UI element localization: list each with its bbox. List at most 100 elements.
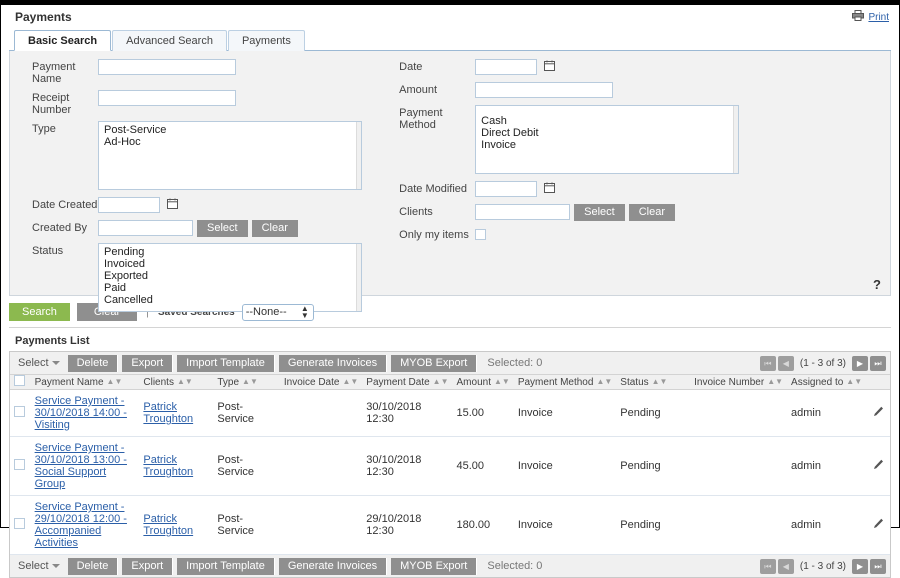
col-payment-method[interactable]: Payment Method ▲▼ xyxy=(513,374,617,390)
row-checkbox[interactable] xyxy=(14,406,25,417)
myob-export-button-top[interactable]: MYOB Export xyxy=(391,354,478,372)
cell-assigned-to: admin xyxy=(787,389,867,437)
type-listbox[interactable]: Post-Service Ad-Hoc xyxy=(98,121,362,190)
payment-name-link[interactable]: Service Payment - 29/10/2018 12:00 - Acc… xyxy=(35,501,136,549)
status-listbox[interactable]: Pending Invoiced Exported Paid Cancelled xyxy=(98,243,362,312)
created-by-clear-button[interactable]: Clear xyxy=(251,220,298,237)
status-option[interactable]: Invoiced xyxy=(101,258,361,270)
payment-method-listbox-scrollbar[interactable] xyxy=(733,106,739,173)
payment-name-input[interactable] xyxy=(98,59,236,75)
status-option[interactable]: Exported xyxy=(101,270,361,282)
client-link[interactable]: Patrick Troughton xyxy=(143,513,209,537)
calendar-icon[interactable] xyxy=(544,60,556,74)
pager-next-button-top[interactable]: ▶ xyxy=(852,355,868,371)
col-label: Type xyxy=(217,376,240,388)
myob-export-button-bottom[interactable]: MYOB Export xyxy=(391,557,478,575)
type-listbox-scrollbar[interactable] xyxy=(356,122,361,189)
col-type[interactable]: Type ▲▼ xyxy=(213,374,280,390)
pencil-icon[interactable] xyxy=(873,406,884,420)
cell-amount: 180.00 xyxy=(452,495,514,555)
status-listbox-scrollbar[interactable] xyxy=(356,244,361,311)
col-invoice-date[interactable]: Invoice Date ▲▼ xyxy=(279,374,363,390)
cell-edit[interactable] xyxy=(866,389,890,437)
row-checkbox[interactable] xyxy=(14,459,25,470)
row-checkbox[interactable] xyxy=(14,518,25,529)
col-assigned-to[interactable]: Assigned to ▲▼ xyxy=(787,374,867,390)
col-label: Invoice Number xyxy=(694,376,765,388)
import-template-button-top[interactable]: Import Template xyxy=(177,354,275,372)
print-label[interactable]: Print xyxy=(868,12,889,23)
status-option[interactable]: Paid xyxy=(101,282,361,294)
col-invoice-number[interactable]: Invoice Number ▲▼ xyxy=(690,374,788,390)
select-dropdown-bottom[interactable]: Select xyxy=(18,560,64,572)
pager-last-button-top[interactable]: ⏭ xyxy=(870,355,886,371)
import-template-button-bottom[interactable]: Import Template xyxy=(177,557,275,575)
tab-bar: Basic Search Advanced Search Payments xyxy=(1,29,899,82)
status-option[interactable]: Cancelled xyxy=(101,294,361,306)
table-row[interactable]: Service Payment - 30/10/2018 14:00 - Vis… xyxy=(10,389,890,437)
pager-last-button-bottom[interactable]: ⏭ xyxy=(870,558,886,574)
client-link[interactable]: Patrick Troughton xyxy=(143,454,209,478)
type-option[interactable]: Ad-Hoc xyxy=(101,136,361,148)
only-my-items-checkbox[interactable] xyxy=(475,229,487,240)
col-amount[interactable]: Amount ▲▼ xyxy=(452,374,514,390)
date-input[interactable] xyxy=(475,59,538,75)
tab-advanced-search[interactable]: Advanced Search xyxy=(112,30,227,51)
pager-prev-button-top[interactable]: ◀ xyxy=(777,355,794,371)
receipt-number-input[interactable] xyxy=(98,90,236,106)
payment-method-option[interactable]: Direct Debit xyxy=(478,127,738,139)
created-by-select-button[interactable]: Select xyxy=(197,220,248,237)
cell-invoice-number xyxy=(690,436,788,496)
delete-button-bottom[interactable]: Delete xyxy=(67,557,119,575)
generate-invoices-button-top[interactable]: Generate Invoices xyxy=(278,354,388,372)
tab-payments[interactable]: Payments xyxy=(227,30,305,51)
cell-payment-name: Service Payment - 30/10/2018 13:00 - Soc… xyxy=(30,436,140,496)
payment-method-listbox[interactable]: Cash Direct Debit Invoice xyxy=(475,105,740,174)
clients-select-button[interactable]: Select xyxy=(574,204,625,221)
select-all-checkbox[interactable] xyxy=(14,375,25,386)
pager-next-button-bottom[interactable]: ▶ xyxy=(852,558,868,574)
payment-method-option[interactable]: Cash xyxy=(478,115,738,127)
col-clients[interactable]: Clients ▲▼ xyxy=(139,374,214,390)
date-modified-input[interactable] xyxy=(475,181,538,197)
table-row[interactable]: Service Payment - 30/10/2018 13:00 - Soc… xyxy=(10,436,890,496)
client-link[interactable]: Patrick Troughton xyxy=(143,401,209,425)
payment-name-link[interactable]: Service Payment - 30/10/2018 14:00 - Vis… xyxy=(35,395,136,431)
payment-method-option[interactable]: Invoice xyxy=(478,139,738,151)
date-created-input[interactable] xyxy=(98,197,160,213)
saved-searches-select[interactable]: --None-- ▲ ▼ xyxy=(241,303,314,321)
pager-range-top: (1 - 3 of 3) xyxy=(799,357,846,369)
calendar-icon[interactable] xyxy=(544,182,556,196)
clients-clear-button[interactable]: Clear xyxy=(628,204,676,221)
cell-invoice-date xyxy=(279,436,363,496)
table-row[interactable]: Service Payment - 29/10/2018 12:00 - Acc… xyxy=(10,495,890,555)
pencil-icon[interactable] xyxy=(873,518,884,532)
payment-name-link[interactable]: Service Payment - 30/10/2018 13:00 - Soc… xyxy=(35,442,136,490)
pager-first-button-bottom[interactable]: ⏮ xyxy=(759,558,776,574)
help-icon[interactable]: ? xyxy=(873,277,881,292)
calendar-icon[interactable] xyxy=(167,198,178,212)
generate-invoices-button-bottom[interactable]: Generate Invoices xyxy=(278,557,388,575)
field-date: Date xyxy=(385,59,884,77)
pager-prev-button-bottom[interactable]: ◀ xyxy=(777,558,794,574)
clients-input[interactable] xyxy=(475,204,571,220)
status-label: Status xyxy=(32,245,64,257)
col-payment-name[interactable]: Payment Name ▲▼ xyxy=(30,374,140,390)
tab-basic-search[interactable]: Basic Search xyxy=(14,30,112,51)
cell-edit[interactable] xyxy=(866,495,890,555)
select-dropdown-top[interactable]: Select xyxy=(18,357,64,369)
col-payment-date[interactable]: Payment Date ▲▼ xyxy=(362,374,453,390)
created-by-input[interactable] xyxy=(98,220,193,236)
export-button-bottom[interactable]: Export xyxy=(122,557,174,575)
pager-first-button-top[interactable]: ⏮ xyxy=(759,355,776,371)
col-status[interactable]: Status ▲▼ xyxy=(616,374,691,390)
type-option[interactable]: Post-Service xyxy=(101,124,361,136)
print-button[interactable]: Print xyxy=(852,10,889,24)
status-option[interactable]: Pending xyxy=(101,246,361,258)
amount-input[interactable] xyxy=(475,82,614,98)
list-toolbar-bottom: Select Delete Export Import Template Gen… xyxy=(10,555,890,577)
export-button-top[interactable]: Export xyxy=(122,354,174,372)
cell-edit[interactable] xyxy=(866,436,890,496)
pencil-icon[interactable] xyxy=(873,459,884,473)
delete-button-top[interactable]: Delete xyxy=(67,354,119,372)
